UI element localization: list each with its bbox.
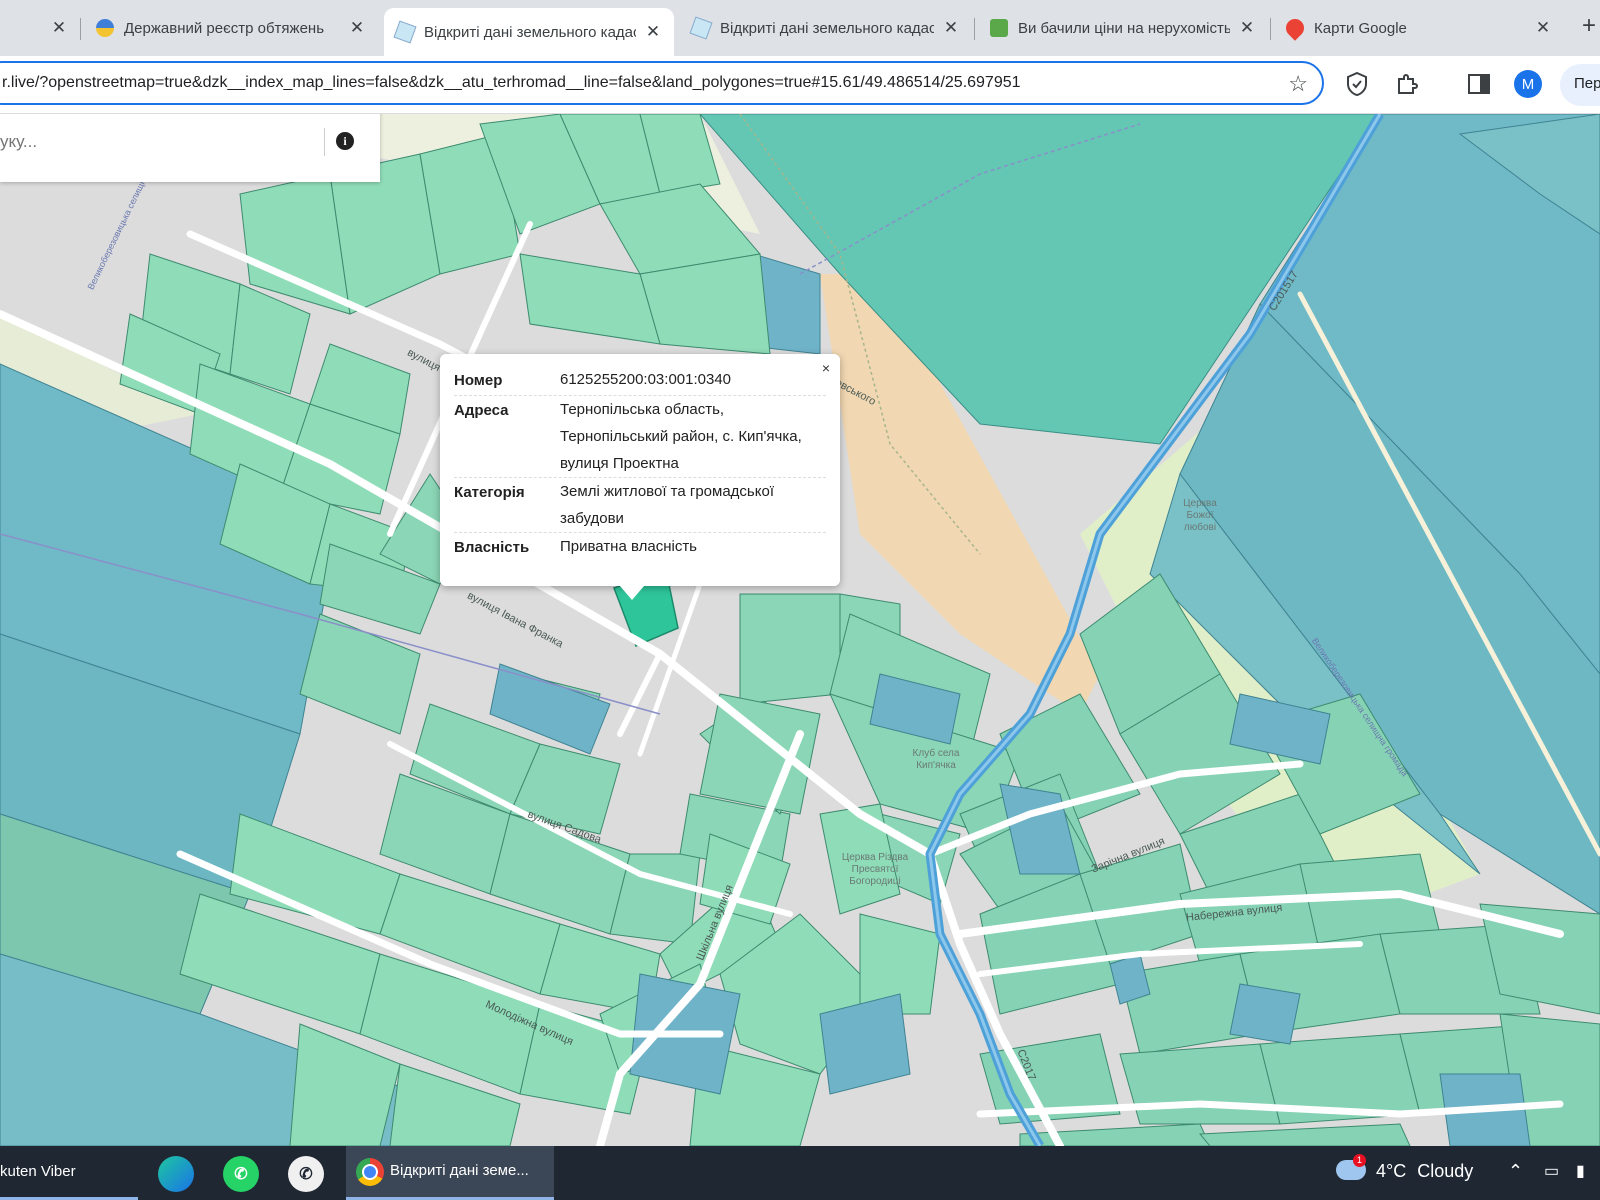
- chrome-icon: [356, 1158, 384, 1186]
- browser-toolbar: r.live/?openstreetmap=true&dzk__index_ma…: [0, 56, 1600, 114]
- search-divider: [324, 128, 325, 156]
- tab-title: Ви бачили ціни на нерухомість: [1018, 19, 1230, 37]
- popup-value: Землі житлової та громадської забудови: [560, 483, 774, 527]
- url-text[interactable]: r.live/?openstreetmap=true&dzk__index_ma…: [2, 74, 1021, 92]
- info-icon[interactable]: i: [336, 132, 354, 150]
- close-icon[interactable]: ✕: [644, 22, 662, 42]
- chrome-window-title: Відкриті дані земе...: [390, 1162, 529, 1179]
- ukraine-flag-icon: [96, 19, 114, 37]
- profile-avatar[interactable]: M: [1514, 70, 1542, 98]
- popup-value: Тернопільська область, Тернопільський ра…: [560, 401, 802, 472]
- popup-key: Власність: [454, 539, 530, 556]
- weather-condition: Cloudy: [1417, 1161, 1474, 1181]
- edge-icon[interactable]: [158, 1156, 194, 1192]
- notification-badge: 1: [1353, 1154, 1366, 1167]
- close-icon[interactable]: ✕: [1534, 18, 1552, 38]
- popup-key: Категорія: [454, 484, 525, 501]
- tab-3[interactable]: Відкриті дані земельного кадастру ✕: [680, 8, 972, 48]
- popup-value: 6125255200:03:001:0340: [560, 371, 732, 388]
- map-canvas: [0, 114, 1600, 1146]
- parcel-info-popup: × Номер 6125255200:03:001:0340 Адреса Те…: [440, 354, 840, 600]
- tab-title: Відкриті дані земельного кадастру: [424, 23, 636, 41]
- side-panel-icon[interactable]: [1466, 71, 1492, 97]
- whatsapp-icon[interactable]: ✆: [223, 1156, 259, 1192]
- tab-separator: [1270, 18, 1271, 40]
- popup-key: Адреса: [454, 402, 509, 419]
- map-search-input[interactable]: [0, 122, 310, 162]
- bookmark-star-icon[interactable]: ☆: [1288, 71, 1308, 97]
- poi-chapel-label: Церква Божої любові: [1183, 498, 1217, 533]
- tab-title: Державний реєстр обтяжень: [124, 19, 325, 37]
- profile-menu-button[interactable]: Пер: [1560, 64, 1600, 106]
- network-icon[interactable]: ▮: [1576, 1161, 1585, 1181]
- poi-club-label: Клуб села Кип'ячка: [912, 748, 960, 771]
- close-icon[interactable]: ✕: [1238, 18, 1256, 38]
- whatsapp-desktop-icon[interactable]: ✆: [288, 1156, 324, 1192]
- tab-0[interactable]: ✕: [0, 8, 80, 48]
- popup-value: Приватна власність: [560, 538, 697, 555]
- temperature-value: 4°C: [1376, 1161, 1407, 1181]
- popup-row-number: Номер 6125255200:03:001:0340: [454, 366, 826, 396]
- popup-row-address: Адреса Тернопільська область, Тернопільс…: [454, 396, 826, 478]
- close-icon[interactable]: ✕: [50, 18, 68, 38]
- popup-key: Номер: [454, 372, 503, 389]
- map-favicon-icon: [393, 20, 417, 44]
- poi-church-label: Церква Різдва Пресвятої Богородиці: [841, 852, 909, 887]
- tab-separator: [974, 18, 975, 40]
- tab-5[interactable]: Карти Google ✕: [1274, 8, 1564, 48]
- tab-separator: [80, 18, 81, 40]
- address-bar[interactable]: r.live/?openstreetmap=true&dzk__index_ma…: [0, 61, 1324, 105]
- extensions-puzzle-icon[interactable]: [1394, 71, 1420, 97]
- tab-title: Карти Google: [1314, 19, 1407, 37]
- tab-1[interactable]: Державний реєстр обтяжень ✕: [84, 8, 378, 48]
- google-maps-pin-icon: [1282, 15, 1308, 41]
- tab-strip: ✕ Державний реєстр обтяжень ✕ Відкриті д…: [0, 0, 1600, 56]
- shield-extension-icon[interactable]: [1344, 71, 1370, 97]
- cadastral-map[interactable]: вулиця Івана Франка вулиця Садова Шкільн…: [0, 114, 1600, 1146]
- taskbar-viber[interactable]: kuten Viber: [0, 1146, 138, 1200]
- map-favicon-icon: [689, 16, 713, 40]
- popup-row-ownership: Власність Приватна власність: [454, 533, 826, 562]
- house-favicon-icon: [990, 19, 1008, 37]
- close-icon[interactable]: ✕: [348, 18, 366, 38]
- temperature[interactable]: 4°C Cloudy: [1376, 1161, 1473, 1182]
- close-icon[interactable]: ✕: [942, 18, 960, 38]
- meet-icon[interactable]: ▭: [1544, 1161, 1559, 1181]
- tab-2-active[interactable]: Відкриті дані земельного кадастру ✕: [384, 8, 674, 56]
- tab-4[interactable]: Ви бачили ціни на нерухомість ✕: [978, 8, 1268, 48]
- map-search-box: i: [0, 114, 380, 182]
- tab-title: Відкриті дані земельного кадастру: [720, 19, 934, 37]
- popup-row-category: Категорія Землі житлової та громадської …: [454, 478, 826, 533]
- chevron-up-icon[interactable]: ⌃: [1508, 1161, 1523, 1182]
- taskbar-chrome-window[interactable]: Відкриті дані земе...: [346, 1146, 554, 1200]
- windows-taskbar: kuten Viber ✆ ✆ Відкриті дані земе... 1 …: [0, 1146, 1600, 1200]
- popup-close-icon[interactable]: ×: [822, 360, 830, 376]
- new-tab-plus-icon[interactable]: +: [1582, 12, 1596, 40]
